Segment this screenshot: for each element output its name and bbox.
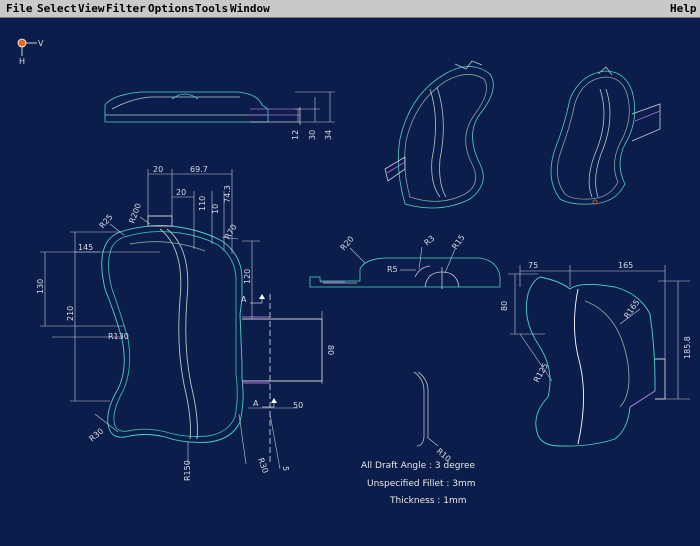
menu-window[interactable]: Window [230,2,270,16]
dim-r70: R70 [223,223,239,241]
menu-bar: File Select View Filter Options Tools Wi… [0,0,700,18]
dim-r165: R165 [622,298,641,320]
menu-filter[interactable]: Filter [106,2,146,16]
dim-r150: R150 [183,460,192,481]
dim-10: 10 [211,204,220,214]
dim-69-7: 69.7 [190,165,208,174]
side-view-top [104,91,301,125]
section-marker-bottom: A [253,398,277,408]
menu-file[interactable]: File [6,2,33,16]
note-draft-angle: All Draft Angle : 3 degree [361,461,476,471]
cad-drawing: V H 12 30 34 20 69.7 20 110 10 74.3 R25 … [17,38,692,506]
dim-r15: R15 [450,233,466,251]
dim-210: 210 [66,306,75,321]
axis-x-label: V [38,39,44,48]
dim-r200: R200 [127,202,143,225]
dim-r25: R25 [98,212,115,230]
axis-y-label: H [19,57,25,66]
dim-75: 75 [528,261,538,270]
dim-30: 30 [308,130,317,140]
menu-options[interactable]: Options [148,2,194,16]
dim-r3: R3 [423,234,437,248]
note-thickness: Thickness : 1mm [389,496,467,506]
main-plan-view [101,215,323,464]
dim-120: 120 [243,269,252,284]
section-view [309,257,501,289]
dim-20-top: 20 [153,165,163,174]
dim-12: 12 [291,130,300,140]
menu-view[interactable]: View [78,2,105,16]
drawing-canvas[interactable]: V H 12 30 34 20 69.7 20 110 10 74.3 R25 … [0,19,700,546]
section-view-dims [349,246,456,274]
menu-help[interactable]: Help [670,2,697,16]
dim-r30-left: R30 [88,427,106,444]
side-view-top-dims [295,91,335,123]
right-plan-view [525,276,666,447]
dim-130: 130 [36,279,45,294]
section-marker-top: A [241,294,265,304]
menu-tools[interactable]: Tools [195,2,228,16]
dim-34: 34 [324,130,333,140]
dim-80: 80 [326,345,335,355]
iso-view-left [384,60,494,209]
hook-detail [413,371,439,447]
dim-50: 50 [293,401,303,410]
dim-r30-bottom: R30 [256,457,270,475]
dim-185-8: 185.8 [683,336,692,359]
menu-select[interactable]: Select [37,2,77,16]
dim-110: 110 [198,196,207,211]
dim-20-b: 20 [176,188,186,197]
dim-74-3: 74.3 [223,185,232,203]
dim-80-right: 80 [500,301,509,311]
dim-165: 165 [618,261,633,270]
dim-5: 5 [281,466,290,471]
section-label-a1: A [241,295,247,304]
dim-145: 145 [78,243,93,252]
note-fillet: Unspecified Fillet : 3mm [367,479,476,489]
section-label-a2: A [253,399,259,408]
axis-triad-icon[interactable]: V H [17,38,44,66]
dim-r20: R20 [339,234,356,252]
dim-r125: R125 [532,361,550,384]
iso-view-right [550,66,661,205]
dim-r5: R5 [387,265,398,274]
dim-r130: R130 [108,332,129,341]
